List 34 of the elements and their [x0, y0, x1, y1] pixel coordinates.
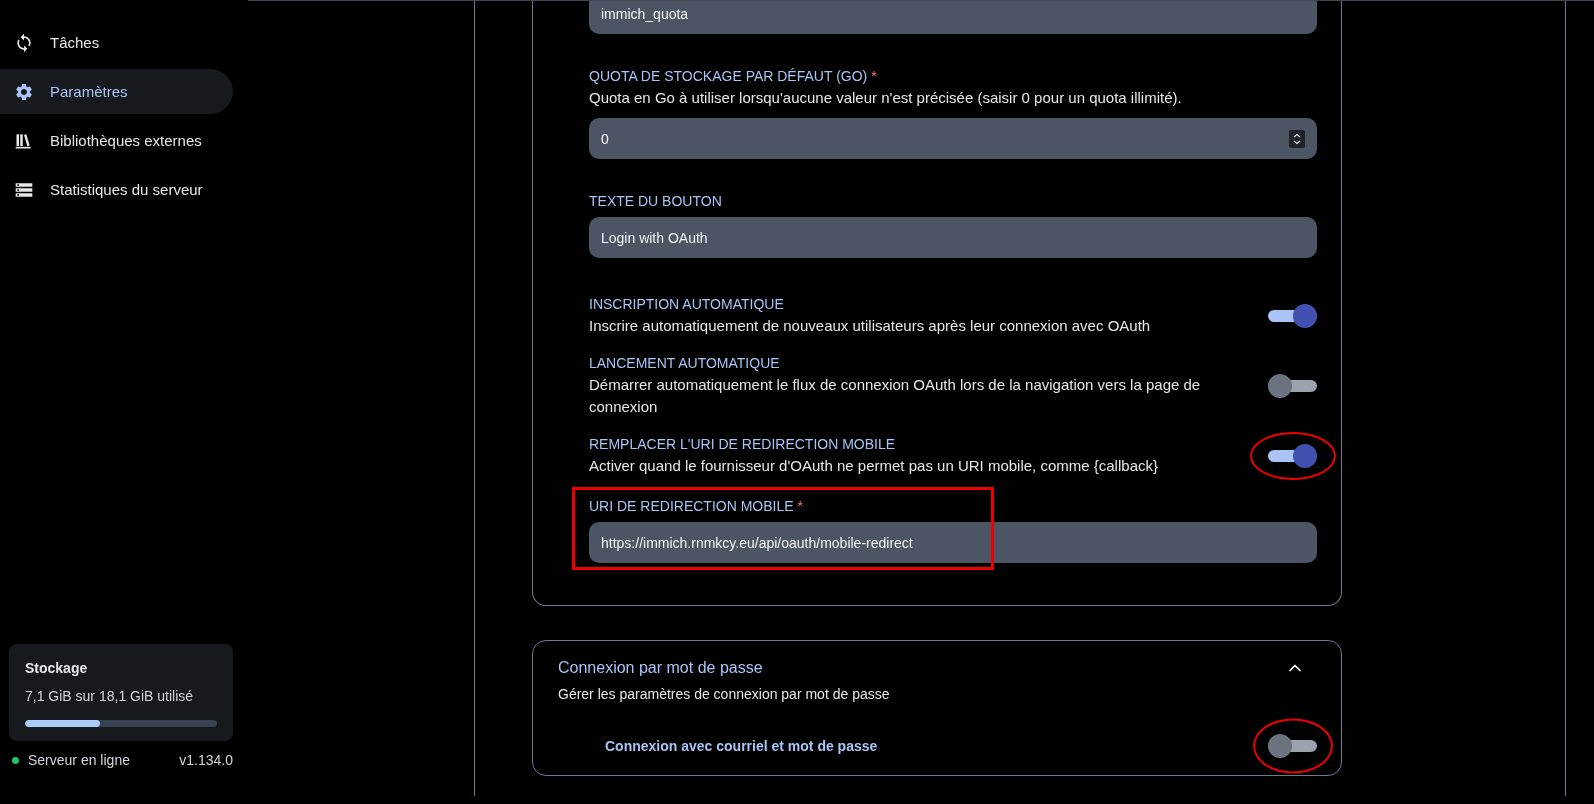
field-label: TEXTE DU BOUTON: [589, 193, 722, 209]
setting-label: INSCRIPTION AUTOMATIQUE: [589, 295, 785, 314]
setting-label: Connexion avec courriel et mot de passe: [605, 738, 879, 754]
card-title: Connexion par mot de passe: [558, 659, 763, 677]
required-mark: *: [797, 498, 804, 514]
storage-title: Stockage: [25, 660, 89, 676]
setting-description: Activer quand le fournisseur d'OAuth ne permet pas un URI mobile, comme {callback}: [589, 456, 1159, 476]
setting-label: REMPLACER L'URI DE REDIRECTION MOBILE: [589, 435, 897, 454]
sidebar-item[interactable]: Statistiques du serveur: [0, 167, 233, 212]
required-mark: *: [871, 68, 877, 84]
sync-icon: [14, 32, 34, 53]
card-description: Gérer les paramètres de connexion par mot de passe: [558, 686, 891, 702]
spinner-icon[interactable]: [1289, 129, 1305, 148]
field-description: Quota en Go à utiliser lorsqu'aucune valeur n'est précisée (saisir 0 pour un quota illimité).: [589, 88, 1183, 108]
toggle-switch[interactable]: [1268, 373, 1317, 398]
setting-description: Démarrer automatiquement le flux de connexion OAuth lors de la navigation vers la page de connexion: [589, 375, 1202, 417]
input-field[interactable]: Login with OAuth: [589, 217, 1317, 258]
settings-icon: [14, 81, 34, 102]
field-label: URI DE REDIRECTION MOBILE: [589, 498, 794, 514]
input-field[interactable]: https://immich.rnmkcy.eu/api/oauth/mobile-redirect: [589, 522, 1317, 563]
sidebar-item[interactable]: Paramètres: [0, 69, 233, 114]
setting-description: Inscrire automatiquement de nouveaux utilisateurs après leur connexion avec OAuth: [589, 316, 1152, 336]
input-field[interactable]: immich_quota: [589, 1, 1317, 34]
setting-label: LANCEMENT AUTOMATIQUE: [589, 354, 781, 373]
storage-usage: 7,1 GiB sur 18,1 GiB utilisé: [25, 688, 195, 704]
input-field[interactable]: 0: [589, 118, 1317, 159]
toggle-switch[interactable]: [1268, 734, 1317, 758]
sidebar-item[interactable]: Tâches: [0, 20, 233, 65]
toggle-switch[interactable]: [1268, 303, 1317, 328]
sidebar-item[interactable]: Bibliothèques externes: [0, 118, 233, 163]
toggle-switch[interactable]: [1268, 443, 1317, 468]
server-status: Serveur en ligne: [28, 752, 130, 768]
field-label: QUOTA DE STOCKAGE PAR DÉFAUT (GO): [589, 68, 868, 84]
version-text: v1.134.0: [179, 752, 233, 768]
